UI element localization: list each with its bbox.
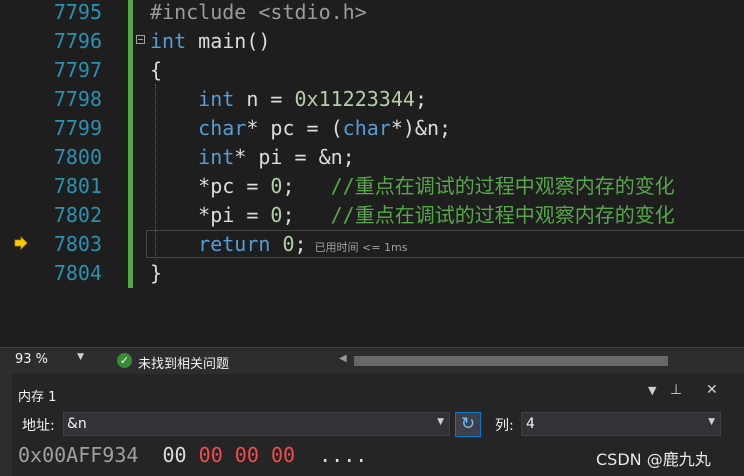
code-line[interactable]: 7804} [0,259,744,288]
line-number: 7803 [53,232,102,256]
chevron-down-icon: ▼ [708,417,715,427]
code-token: *pi = [150,203,271,227]
code-line[interactable]: 7801 *pc = 0; //重点在调试的过程中观察内存的变化 [0,172,744,201]
memory-address: 0x00AFF934 [18,443,139,467]
code-text[interactable]: *pc = 0; //重点在调试的过程中观察内存的变化 [150,172,675,201]
code-token: *pc = [150,174,271,198]
code-token: char [198,116,247,140]
line-number: 7799 [53,116,102,140]
code-token: int [198,145,235,169]
close-icon[interactable]: ✕ [706,382,718,398]
memory-window: 内存 1 ▼ ⊥ ✕ 地址: ▼ ↻ 列: 4 ▼ 0x00AFF934 00 … [0,374,744,476]
panel-edge [0,374,12,476]
code-line[interactable]: 7802 *pi = 0; //重点在调试的过程中观察内存的变化 [0,201,744,230]
code-text[interactable]: char* pc = (char*)&n; [150,114,451,143]
code-line[interactable]: 7795 #include <stdio.h> [0,0,744,27]
address-input[interactable] [67,415,427,433]
issues-status[interactable]: 未找到相关问题 [138,353,229,372]
code-text[interactable]: return 0; 已用时间 <= 1ms [150,230,407,262]
address-label: 地址: [22,418,55,434]
editor-status-bar: 93 % ▼ ✓ 未找到相关问题 ◀ [0,347,744,374]
address-combobox[interactable]: ▼ [63,412,450,436]
scroll-left-icon[interactable]: ◀ [339,353,347,364]
code-token: int [198,87,235,111]
code-token: ; [294,232,307,256]
memory-byte[interactable]: 00 [163,443,187,467]
line-number: 7796 [53,29,102,53]
memory-byte[interactable]: 00 [199,443,223,467]
line-number: 7801 [53,174,102,198]
code-token: return [198,232,271,256]
pin-icon[interactable]: ⊥ [670,382,682,398]
line-number: 7797 [53,58,102,82]
memory-ascii[interactable]: .... [319,443,367,467]
code-line[interactable]: 7803 return 0; 已用时间 <= 1ms [0,230,744,259]
columns-label: 列: [495,418,514,434]
code-token: 0 [282,232,295,256]
window-menu-icon[interactable]: ▼ [648,384,656,397]
code-line[interactable]: 7798 int n = 0x11223344; [0,85,744,114]
check-circle-icon[interactable]: ✓ [117,353,132,368]
chevron-down-icon: ▼ [77,352,84,362]
code-comment: //重点在调试的过程中观察内存的变化 [330,174,675,198]
code-token: ; [414,87,427,111]
zoom-level: 93 % [15,352,49,367]
code-token: * pi = &n; [234,145,355,169]
code-line[interactable]: 7799 char* pc = (char*)&n; [0,114,744,143]
code-line[interactable]: 7796 int main() [0,27,744,56]
code-line[interactable]: 7800 int* pi = &n; [0,143,744,172]
memory-row[interactable]: 0x00AFF934 00 00 00 00 .... [18,442,367,468]
code-token: ; [282,174,331,198]
watermark: CSDN @鹿九丸 [596,450,711,469]
code-text[interactable]: *pi = 0; //重点在调试的过程中观察内存的变化 [150,201,675,230]
code-text[interactable]: int* pi = &n; [150,143,355,172]
code-token: *)&n; [390,116,452,140]
refresh-button[interactable]: ↻ [455,412,481,437]
code-token: { [150,58,163,82]
line-number: 7798 [53,87,102,111]
code-text[interactable]: } [150,259,162,288]
line-number: 7800 [53,145,102,169]
code-token: 0 [270,203,283,227]
columns-dropdown[interactable]: 4 ▼ [521,412,721,436]
code-comment: //重点在调试的过程中观察内存的变化 [330,203,675,227]
code-text[interactable]: { [150,56,162,85]
code-editor[interactable]: 7795 #include <stdio.h> 7796 int main() 7797… [0,0,744,347]
code-text[interactable]: int main() [150,27,270,56]
panel-title[interactable]: 内存 1 [18,386,56,405]
line-number: 7802 [53,203,102,227]
horizontal-scrollbar-thumb[interactable] [354,356,668,366]
code-token: n = [234,87,295,111]
columns-value: 4 [526,416,535,432]
code-token: int [150,29,187,53]
code-text[interactable]: int n = 0x11223344; [150,85,427,114]
code-token: #include <stdio.h> [150,0,367,24]
memory-byte[interactable]: 00 [235,443,259,467]
line-number: 7795 [53,0,102,24]
chevron-down-icon[interactable]: ▼ [437,417,444,427]
zoom-dropdown[interactable]: 93 % ▼ [12,349,86,371]
code-text[interactable]: #include <stdio.h> [150,0,367,27]
code-token: char [342,116,391,140]
code-line[interactable]: 7797 { [0,56,744,85]
code-token: ; [282,203,331,227]
perf-tip[interactable]: 已用时间 <= 1ms [315,241,408,254]
memory-byte[interactable]: 00 [271,443,295,467]
code-token: * pc = ( [246,116,343,140]
code-token: 0x11223344 [294,87,415,111]
code-token: } [150,261,163,285]
line-number: 7804 [53,261,102,285]
code-token: main() [186,29,271,53]
refresh-icon: ↻ [460,414,476,434]
code-token: 0 [270,174,283,198]
